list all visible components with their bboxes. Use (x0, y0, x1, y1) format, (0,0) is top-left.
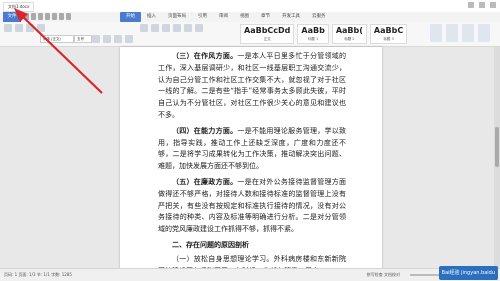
menu-bar: 文件 开始 插入 页面布局 引用 审阅 视图 章节 开发工具 云服务 (0, 12, 500, 22)
style-name: 标题 2 (344, 37, 355, 41)
bullet-list-icon[interactable] (140, 24, 148, 32)
tab-8[interactable]: 云服务 (306, 12, 332, 22)
vertical-scrollbar[interactable] (494, 47, 500, 269)
font-name-select[interactable]: 宋体 (正文) (40, 35, 74, 43)
style-sample: AaBb (301, 26, 325, 35)
watermark-logo: Bai经验 jingyan.baidu (438, 266, 498, 280)
bold-icon[interactable] (92, 35, 100, 43)
tab-4[interactable]: 审阅 (213, 12, 234, 22)
paste-icon[interactable] (4, 24, 12, 32)
paragraph: （五）在廉政方面。一是在对外公务接待监督管理方面做得还不够严格，对接待人数和接待… (158, 176, 347, 234)
ribbon-toolbar: 宋体 (正文) 五号 AaBbCcDd 正文 AaBb 标题 1 AaBb(标题 2 Aa… (0, 22, 500, 47)
tab-0[interactable]: 开始 (120, 12, 141, 22)
styles-gallery: AaBbCcDd 正文 AaBb 标题 1 AaBb( 标题 2 AaBbC 标题 3 (240, 24, 408, 44)
number-list-icon[interactable] (151, 24, 159, 32)
find-replace-icon[interactable] (462, 24, 474, 42)
file-menu-button[interactable]: 文件 (3, 12, 21, 22)
tab-2[interactable]: 页面布局 (162, 12, 192, 22)
preview-icon[interactable] (52, 13, 57, 20)
underline-icon[interactable] (114, 35, 122, 43)
scrollbar-thumb[interactable] (495, 127, 499, 167)
paragraph: （四）在能力方面。一是不能用理论服务管理，学以致用，指导实践，推动工作上还缺乏深… (158, 125, 347, 171)
font-color-icon[interactable] (125, 35, 133, 43)
print-icon[interactable] (45, 13, 50, 20)
style-sample: AaBbC (373, 26, 404, 35)
font-size-select[interactable]: 五号 (74, 35, 92, 43)
italic-icon[interactable] (103, 35, 111, 43)
quick-access-toolbar (24, 13, 71, 20)
tab-5[interactable]: 视图 (234, 12, 255, 22)
status-bar: 页码: 1 页面: 1/3 节: 1/1 字数: 1285 拼写检查 文档校对 … (0, 266, 500, 281)
section-heading: 二、存在问题的原因剖析 (172, 239, 249, 249)
undo-icon[interactable] (59, 13, 64, 20)
style-sample: AaBbCcDd (244, 26, 291, 35)
document-tab[interactable]: 文档1.docx (3, 2, 35, 12)
style-option[interactable]: AaBb( 标题 2 (331, 24, 367, 44)
document-body[interactable]: （三）在作风方面。一是本人平日里多忙于分管领域的工作，深入基层调研少，和社区一线… (158, 50, 346, 277)
style-name: 标题 1 (307, 37, 319, 41)
align-right-icon[interactable] (195, 24, 203, 32)
new-doc-icon[interactable] (24, 13, 29, 20)
style-sample: AaBb( (335, 26, 363, 35)
tab-1[interactable]: 插入 (141, 12, 162, 22)
text-tools-icon[interactable] (446, 24, 458, 42)
document-page[interactable]: （三）在作风方面。一是本人平日里多忙于分管领域的工作，深入基层调研少，和社区一线… (120, 47, 382, 275)
style-name: 标题 3 (383, 37, 394, 41)
tab-7[interactable]: 开发工具 (276, 12, 306, 22)
editing-group (430, 24, 490, 42)
align-left-icon[interactable] (173, 24, 181, 32)
window-controls (468, 2, 496, 8)
format-painter-icon[interactable] (37, 24, 45, 32)
redo-icon[interactable] (66, 13, 71, 20)
style-option[interactable]: AaBbCcDd 正文 (240, 24, 295, 44)
status-page-info: 页码: 1 页面: 1/3 节: 1/1 字数: 1285 (4, 272, 72, 277)
maximize-icon[interactable] (479, 2, 485, 8)
save-icon[interactable] (38, 13, 43, 20)
close-icon[interactable] (490, 2, 496, 8)
status-tools[interactable]: 拼写检查 文档校对 (367, 269, 400, 281)
style-option[interactable]: AaBb 标题 1 (297, 24, 329, 44)
align-center-icon[interactable] (184, 24, 192, 32)
ribbon-tabs: 开始 插入 页面布局 引用 审阅 视图 章节 开发工具 云服务 (120, 12, 332, 22)
minimize-icon[interactable] (468, 2, 474, 8)
copy-icon[interactable] (26, 24, 34, 32)
style-name: 正文 (263, 37, 271, 41)
paragraph-group (140, 24, 203, 32)
tab-6[interactable]: 章节 (255, 12, 276, 22)
style-option[interactable]: AaBbC 标题 3 (369, 24, 408, 44)
tab-3[interactable]: 引用 (192, 12, 213, 22)
cut-icon[interactable] (15, 24, 23, 32)
new-style-icon[interactable] (430, 24, 442, 42)
format-group (92, 35, 133, 43)
paragraph: （三）在作风方面。一是本人平日里多忙于分管领域的工作，深入基层调研少，和社区一线… (158, 51, 347, 119)
indent-icon[interactable] (162, 24, 170, 32)
select-icon[interactable] (478, 24, 490, 42)
open-icon[interactable] (31, 13, 36, 20)
clipboard-group (4, 24, 45, 32)
